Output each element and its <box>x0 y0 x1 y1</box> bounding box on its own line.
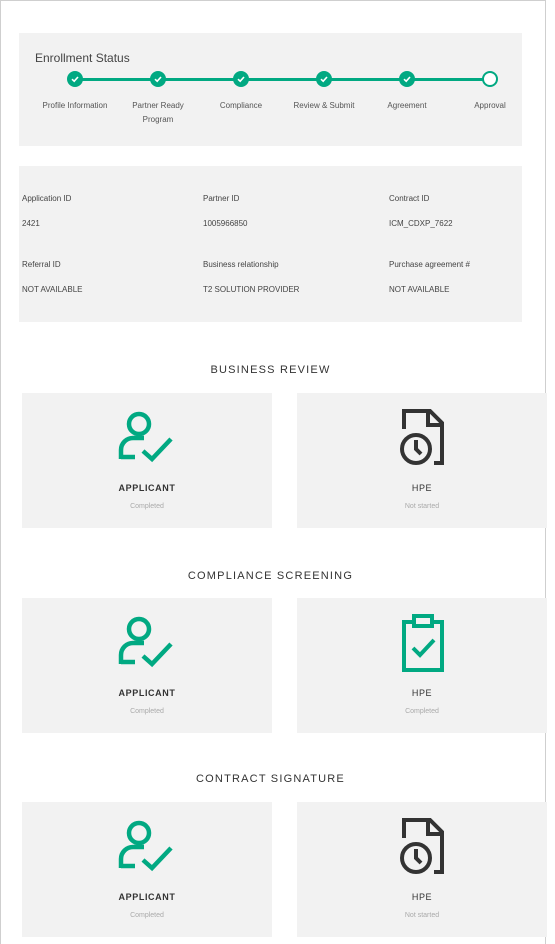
step-label-review-submit: Review & Submit <box>293 101 355 110</box>
hpe-role-label: HPE <box>411 892 433 902</box>
section-title-business-review: BUSINESS REVIEW <box>210 364 331 376</box>
step-4-check-icon <box>316 71 332 87</box>
hpe-status: Completed <box>405 708 439 715</box>
applicant-status: Completed <box>130 912 164 919</box>
step-3-check-icon <box>233 71 249 87</box>
business-review-applicant-card: APPLICANT Completed <box>22 393 272 528</box>
applicant-status: Completed <box>130 708 164 715</box>
user-check-icon <box>118 616 173 668</box>
hpe-status: Not started <box>404 912 440 919</box>
contract-id-field: Contract ID ICM_CDXP_7622 <box>389 194 453 228</box>
application-id-label: Application ID <box>22 194 72 203</box>
applicant-role-label: APPLICANT <box>118 688 176 698</box>
contract-signature-applicant-card: APPLICANT Completed <box>22 802 272 937</box>
contract-signature-hpe-card: HPE Not started <box>297 802 547 937</box>
section-title-compliance-screening: COMPLIANCE SCREENING <box>187 570 354 582</box>
enrollment-status-panel: Enrollment Status Profile Information Pa… <box>19 33 522 146</box>
business-relationship-label: Business relationship <box>203 260 279 269</box>
user-check-icon <box>118 820 173 872</box>
referral-id-field: Referral ID NOT AVAILABLE <box>22 260 82 294</box>
document-clock-icon <box>400 818 444 874</box>
partner-id-field: Partner ID 1005966850 <box>203 194 248 228</box>
user-check-icon <box>118 411 173 463</box>
hpe-role-label: HPE <box>411 688 433 698</box>
step-label-agreement: Agreement <box>387 101 427 110</box>
applicant-status: Completed <box>130 503 164 510</box>
purchase-agreement-value: NOT AVAILABLE <box>389 285 450 294</box>
partner-id-value: 1005966850 <box>203 219 248 228</box>
purchase-agreement-field: Purchase agreement # NOT AVAILABLE <box>389 260 470 294</box>
purchase-agreement-label: Purchase agreement # <box>389 260 470 269</box>
business-relationship-field: Business relationship T2 SOLUTION PROVID… <box>203 260 299 294</box>
business-relationship-value: T2 SOLUTION PROVIDER <box>203 285 300 294</box>
application-id-field: Application ID 2421 <box>22 194 71 228</box>
application-id-value: 2421 <box>22 219 40 228</box>
partner-id-label: Partner ID <box>203 194 240 203</box>
contract-id-value: ICM_CDXP_7622 <box>389 219 453 228</box>
step-6-pending-icon <box>482 71 498 87</box>
step-label-compliance: Compliance <box>219 101 263 110</box>
clipboard-check-icon <box>402 614 444 672</box>
section-title-contract-signature: CONTRACT SIGNATURE <box>196 773 345 785</box>
referral-id-value: NOT AVAILABLE <box>22 285 83 294</box>
progress-line <box>75 78 490 81</box>
step-2-check-icon <box>150 71 166 87</box>
compliance-screening-hpe-card: HPE Completed <box>297 598 547 733</box>
hpe-role-label: HPE <box>411 483 433 493</box>
step-label-profile-information: Profile Information <box>42 101 108 110</box>
contract-id-label: Contract ID <box>389 194 430 203</box>
applicant-role-label: APPLICANT <box>118 483 176 493</box>
business-review-hpe-card: HPE Not started <box>297 393 547 528</box>
step-label-partner-ready-program: Partner Ready Program <box>132 101 184 124</box>
compliance-screening-applicant-card: APPLICANT Completed <box>22 598 272 733</box>
hpe-status: Not started <box>404 503 440 510</box>
step-5-check-icon <box>399 71 415 87</box>
applicant-role-label: APPLICANT <box>118 892 176 902</box>
referral-id-label: Referral ID <box>22 260 61 269</box>
step-1-check-icon <box>67 71 83 87</box>
application-info-panel: Application ID 2421 Partner ID 100596685… <box>19 166 522 322</box>
step-label-approval: Approval <box>474 101 506 110</box>
enrollment-progress-track: Profile Information Partner Ready Progra… <box>19 33 522 146</box>
document-clock-icon <box>400 409 444 465</box>
